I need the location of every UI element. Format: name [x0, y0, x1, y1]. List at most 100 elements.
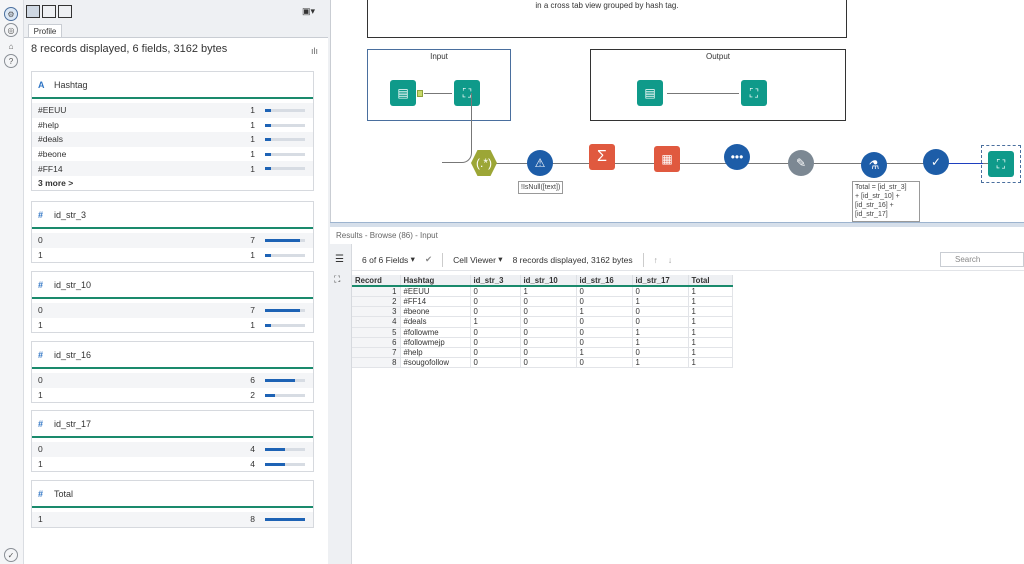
list-view-icon[interactable]: ☰ — [335, 254, 344, 265]
table-cell[interactable]: 0 — [520, 296, 577, 308]
column-header[interactable]: id_str_3 — [470, 275, 521, 287]
table-cell[interactable]: 1 — [688, 296, 733, 308]
table-cell[interactable]: 3 — [352, 306, 401, 318]
value-row[interactable]: #deals 1 — [32, 132, 313, 147]
select-tool-icon[interactable]: ✎ — [788, 150, 814, 176]
card-header[interactable]: # id_str_16 — [32, 342, 313, 369]
table-row[interactable]: 8 #sougofollow 0 0 0 1 1 — [352, 357, 733, 369]
table-cell[interactable]: 1 — [688, 357, 733, 369]
card-header[interactable]: A Hashtag — [32, 72, 313, 99]
table-cell[interactable]: 1 — [352, 286, 401, 297]
comment-box[interactable]: in a cross tab view grouped by hash tag. — [367, 0, 847, 38]
table-cell[interactable]: 0 — [576, 286, 633, 297]
filter-tool-icon[interactable]: ⚠ — [527, 150, 553, 176]
layout-split-icon[interactable] — [42, 5, 56, 18]
table-cell[interactable]: 5 — [352, 327, 401, 338]
arrow-up-icon[interactable]: ↑ — [654, 255, 658, 265]
table-cell[interactable]: 1 — [470, 316, 521, 328]
table-cell[interactable]: 1 — [520, 286, 577, 297]
table-row[interactable]: 3 #beone 0 0 1 0 1 — [352, 306, 733, 318]
cell-viewer-dropdown[interactable]: Cell Viewer ▾ — [453, 254, 502, 265]
table-cell[interactable]: #sougofollow — [400, 357, 471, 369]
table-cell[interactable]: 0 — [470, 296, 521, 308]
tag-icon[interactable]: ⌂ — [4, 39, 18, 53]
table-cell[interactable]: 0 — [520, 316, 577, 328]
table-cell[interactable]: 0 — [520, 357, 577, 369]
table-cell[interactable]: 0 — [520, 347, 577, 359]
table-cell[interactable]: 0 — [576, 357, 633, 369]
column-header[interactable]: Total — [688, 275, 733, 287]
table-cell[interactable]: 1 — [688, 327, 733, 338]
value-row[interactable]: #help 1 — [32, 118, 313, 133]
input-container[interactable]: Input ▤ ⛶ — [367, 49, 511, 121]
card-header[interactable]: # id_str_10 — [32, 272, 313, 299]
table-cell[interactable]: 1 — [632, 357, 689, 369]
crosstab-tool-icon[interactable]: ▦ — [654, 146, 680, 172]
table-cell[interactable]: #EEUU — [400, 286, 471, 297]
value-row[interactable]: 14 — [32, 457, 313, 472]
table-cell[interactable]: 1 — [576, 347, 633, 359]
layout-columns-icon[interactable] — [26, 5, 40, 18]
table-row[interactable]: 5 #followme 0 0 0 1 1 — [352, 327, 733, 338]
table-row[interactable]: 4 #deals 1 0 0 0 1 — [352, 316, 733, 328]
table-cell[interactable]: 7 — [352, 347, 401, 359]
card-header[interactable]: # Total — [32, 481, 313, 508]
table-cell[interactable]: 1 — [688, 337, 733, 348]
browse-binoculars-icon[interactable]: ⛶ — [988, 151, 1014, 177]
output-container[interactable]: Output ▤ ⛶ — [590, 49, 846, 121]
table-cell[interactable]: #help — [400, 347, 471, 359]
card-header[interactable]: # id_str_3 — [32, 202, 313, 229]
help-icon[interactable]: ? — [4, 54, 18, 68]
value-row[interactable]: 11 — [32, 318, 313, 333]
table-cell[interactable]: 8 — [352, 357, 401, 369]
table-cell[interactable]: 2 — [352, 296, 401, 308]
regex-tool-icon[interactable]: (.*) — [471, 150, 497, 176]
value-row[interactable]: #EEUU 1 — [32, 103, 313, 118]
table-cell[interactable]: #followme — [400, 327, 471, 338]
table-cell[interactable]: 6 — [352, 337, 401, 348]
table-cell[interactable]: 0 — [470, 286, 521, 297]
value-row[interactable]: 06 — [32, 373, 313, 388]
column-header[interactable]: id_str_17 — [632, 275, 689, 287]
formula-flask-icon[interactable]: ⚗ — [861, 152, 887, 178]
search-input[interactable]: Search — [940, 252, 1024, 267]
summarize-sigma-icon[interactable]: Σ — [589, 144, 615, 170]
value-row[interactable]: 04 — [32, 442, 313, 457]
browse-binoculars-icon[interactable]: ⛶ — [741, 80, 767, 106]
table-cell[interactable]: 1 — [688, 286, 733, 297]
layout-rows-icon[interactable] — [58, 5, 72, 18]
value-row[interactable]: #FF14 1 — [32, 161, 313, 176]
column-header[interactable]: Record — [352, 275, 401, 287]
table-cell[interactable]: 0 — [576, 337, 633, 348]
settings-gear-icon[interactable]: ⚙ — [4, 7, 18, 21]
more-values-link[interactable]: 3 more > — [32, 176, 313, 190]
table-cell[interactable]: 0 — [632, 286, 689, 297]
table-cell[interactable]: 0 — [470, 357, 521, 369]
arrow-down-icon[interactable]: ↓ — [668, 255, 672, 265]
table-cell[interactable]: #FF14 — [400, 296, 471, 308]
table-cell[interactable]: 4 — [352, 316, 401, 328]
output-book-icon[interactable]: ▤ — [637, 80, 663, 106]
value-row[interactable]: 07 — [32, 303, 313, 318]
multi-field-tool-icon[interactable]: ••• — [724, 144, 750, 170]
value-row[interactable]: 12 — [32, 388, 313, 403]
table-cell[interactable]: 1 — [632, 296, 689, 308]
table-cell[interactable]: 0 — [576, 296, 633, 308]
value-row[interactable]: #beone 1 — [32, 147, 313, 162]
table-cell[interactable]: 1 — [576, 306, 633, 318]
bar-chart-icon[interactable]: ılı — [311, 46, 318, 56]
input-data-tool-icon[interactable]: ▤ — [390, 80, 416, 106]
table-cell[interactable]: 0 — [576, 327, 633, 338]
table-cell[interactable]: 1 — [632, 327, 689, 338]
table-cell[interactable]: 0 — [470, 327, 521, 338]
tab-profile[interactable]: Profile — [28, 24, 62, 38]
value-row[interactable]: 07 — [32, 233, 313, 248]
table-cell[interactable]: 0 — [632, 306, 689, 318]
table-cell[interactable]: #beone — [400, 306, 471, 318]
checkmark-icon[interactable]: ✔ — [425, 254, 432, 265]
binoculars-icon[interactable]: ⛶ — [334, 274, 340, 285]
dropdown-menu-icon[interactable]: ▣▾ — [302, 6, 315, 17]
table-cell[interactable]: 0 — [576, 316, 633, 328]
column-header[interactable]: id_str_16 — [576, 275, 633, 287]
table-cell[interactable]: 0 — [632, 316, 689, 328]
